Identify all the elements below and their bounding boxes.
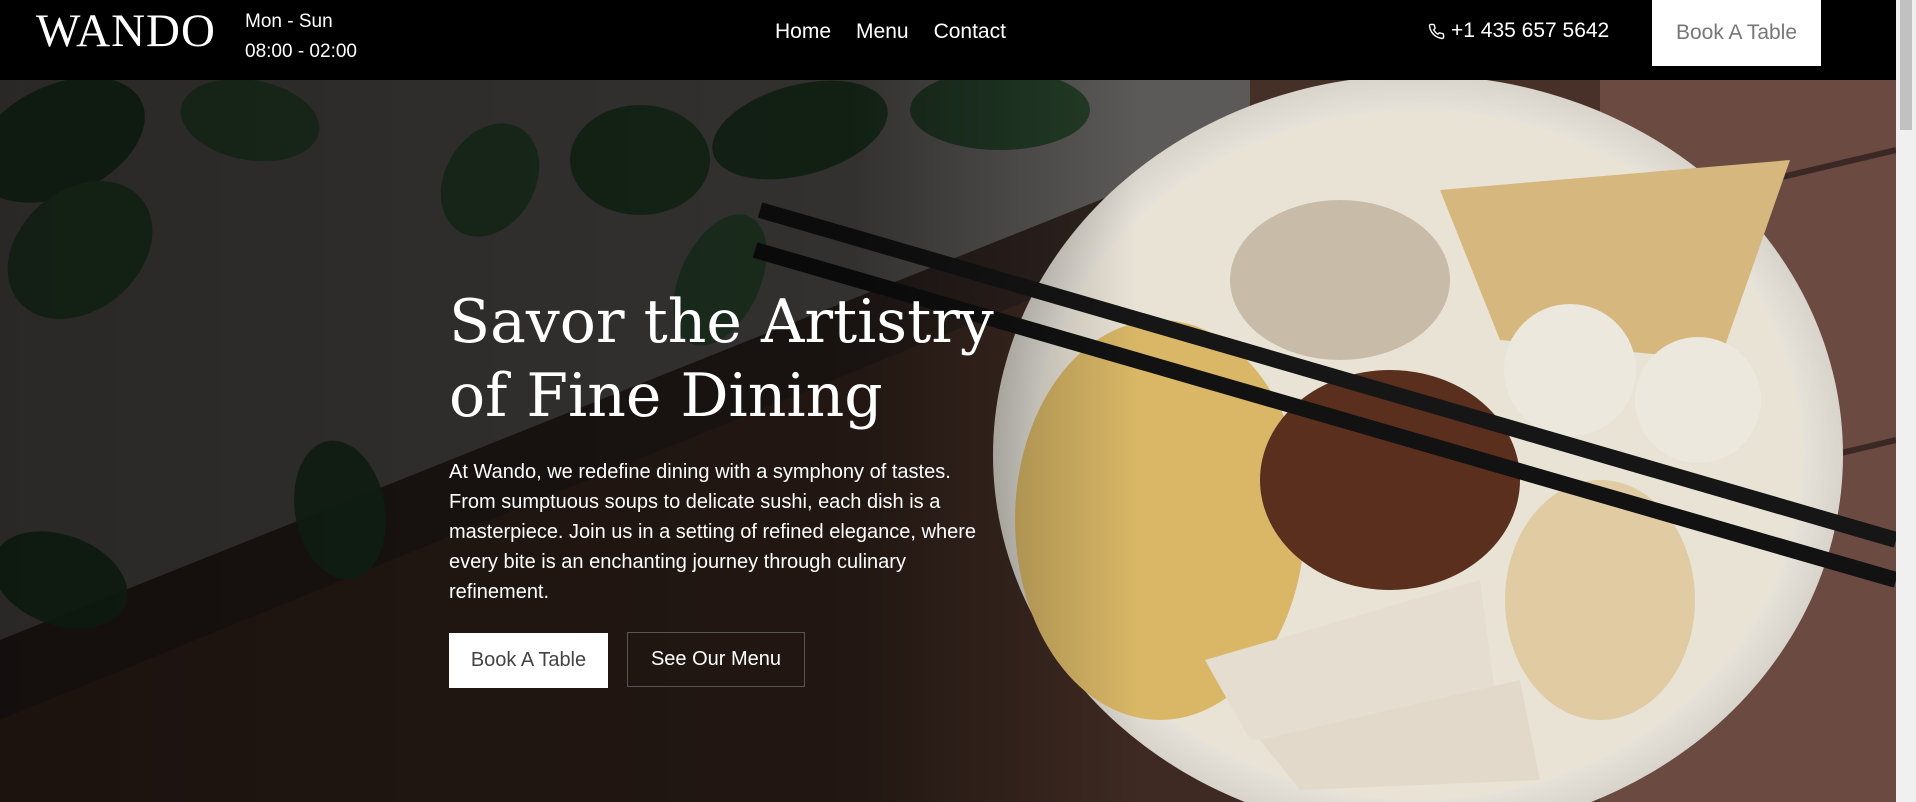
phone-link[interactable]: +1 435 657 5642 — [1428, 19, 1609, 43]
hero-title: Savor the Artistry of Fine Dining — [449, 287, 994, 431]
phone-icon — [1428, 23, 1445, 39]
phone-number: +1 435 657 5642 — [1451, 19, 1610, 42]
book-table-button[interactable]: Book A Table — [1652, 0, 1821, 66]
nav-home[interactable]: Home — [775, 20, 831, 44]
opening-hours: Mon - Sun 08:00 - 02:00 — [245, 7, 357, 67]
site-header: WANDO Mon - Sun 08:00 - 02:00 Home Menu … — [0, 0, 1896, 80]
hero-overlay — [0, 80, 1896, 802]
nav-contact[interactable]: Contact — [934, 20, 1006, 44]
main-nav: Home Menu Contact — [775, 20, 1006, 44]
hero-description: At Wando, we redefine dining with a symp… — [449, 461, 976, 603]
brand-logo[interactable]: WANDO — [36, 8, 216, 55]
hero-section: Savor the Artistry of Fine Dining At Wan… — [0, 80, 1896, 802]
nav-menu[interactable]: Menu — [856, 20, 909, 44]
opening-time: 08:00 - 02:00 — [245, 41, 357, 62]
see-menu-button[interactable]: See Our Menu — [627, 632, 805, 687]
hero-book-table-button[interactable]: Book A Table — [449, 633, 608, 688]
opening-days: Mon - Sun — [245, 11, 333, 32]
scrollbar-thumb[interactable] — [1900, 0, 1912, 130]
page-scrollbar[interactable] — [1896, 0, 1916, 802]
